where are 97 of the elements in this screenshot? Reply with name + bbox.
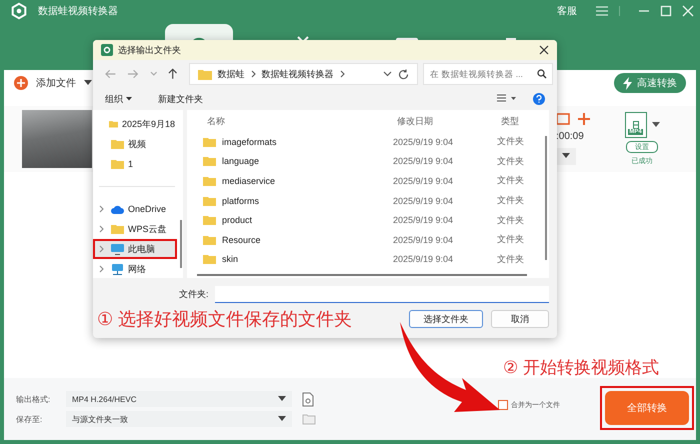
caret-icon: [278, 416, 286, 422]
folder-icon: [111, 139, 124, 149]
folder-icon: [203, 156, 216, 166]
fast-convert-button[interactable]: 高速转换: [614, 73, 686, 93]
film-icon: [632, 121, 638, 129]
file-name[interactable]: product: [197, 215, 393, 226]
dropdown-stub[interactable]: [556, 148, 576, 165]
plus-icon: [14, 76, 28, 90]
modified-date: 2025/9/19 9:04: [393, 254, 454, 264]
nav-item[interactable]: 此电脑: [93, 239, 177, 259]
column-header[interactable]: 类型: [497, 114, 551, 128]
lightning-icon: [623, 76, 632, 90]
nav-item[interactable]: 网络: [93, 259, 177, 279]
cloud-icon: [111, 204, 124, 214]
output-format-select[interactable]: MP4 H.264/HEVC: [66, 391, 292, 407]
folder-icon: [203, 254, 216, 264]
network-icon: [111, 264, 124, 274]
chevron-right-icon[interactable]: [99, 205, 104, 213]
save-to-label: 保存至:: [16, 414, 44, 424]
chevron-down-icon[interactable]: [383, 71, 392, 77]
annotation-text: ② 开始转换视频格式: [503, 357, 659, 379]
modified-date: 2025/9/19 9:04: [393, 156, 454, 166]
file-name[interactable]: skin: [197, 254, 393, 264]
add-file-button[interactable]: 添加文件: [14, 76, 76, 90]
folder-label: 文件夹:: [179, 288, 209, 300]
video-thumbnail: [22, 110, 92, 168]
chevron-right-icon: [250, 70, 256, 78]
modified-date: 2025/9/19 9:04: [393, 136, 454, 147]
file-name[interactable]: Resource: [197, 234, 393, 245]
folder-input[interactable]: [214, 286, 549, 302]
chevron-right-icon: [340, 70, 345, 78]
column-header[interactable]: 修改日期: [397, 114, 497, 128]
file-type: 文件夹: [496, 135, 525, 148]
file-name[interactable]: imageformats: [197, 136, 393, 147]
file-name[interactable]: platforms: [197, 196, 393, 206]
new-folder-button[interactable]: 新建文件夹: [158, 92, 203, 106]
folder-icon: [108, 119, 118, 129]
chevron-right-icon[interactable]: [99, 225, 104, 233]
modified-date: 2025/9/19 9:04: [393, 215, 454, 226]
select-folder-button[interactable]: 选择文件夹: [409, 310, 483, 328]
save-to-select[interactable]: 与源文件夹一致: [66, 411, 292, 427]
chevron-right-icon[interactable]: [99, 245, 104, 253]
chevron-right-icon[interactable]: [99, 265, 104, 273]
search-icon[interactable]: [537, 69, 548, 79]
folder-icon: [111, 224, 124, 234]
app-logo-icon: [101, 44, 113, 56]
app-logo-icon: [10, 2, 28, 20]
search-field[interactable]: 在 数据蛙视频转换器 ...: [423, 63, 554, 85]
file-type: 文件夹: [496, 154, 525, 168]
column-header[interactable]: 名称: [197, 114, 397, 128]
file-type: 文件夹: [496, 174, 525, 188]
caret-icon: [562, 153, 570, 159]
file-type: 文件夹: [496, 252, 525, 266]
organize-menu[interactable]: 组织: [105, 92, 123, 106]
folder-icon: [203, 176, 216, 186]
output-format-label: 输出格式:: [16, 394, 52, 404]
video-duration: :00:09: [556, 131, 584, 142]
folder-icon: [203, 136, 216, 147]
folder-icon: [111, 159, 124, 169]
caret-icon: [278, 396, 286, 402]
caret-icon[interactable]: [126, 97, 132, 101]
menu-icon[interactable]: [595, 5, 609, 17]
file-type: 文件夹: [496, 214, 525, 227]
folder-icon: [203, 215, 216, 226]
support-link[interactable]: 客服: [557, 4, 577, 18]
caret-icon[interactable]: [652, 122, 660, 128]
dialog-title: 选择输出文件夹: [118, 44, 181, 56]
up-arrow-icon[interactable]: [168, 68, 178, 80]
file-settings-icon[interactable]: [302, 392, 314, 406]
file-name[interactable]: mediaservice: [197, 176, 393, 186]
clip-icon[interactable]: [556, 113, 570, 125]
caret-icon[interactable]: [84, 80, 92, 86]
cancel-button[interactable]: 取消: [491, 310, 549, 328]
folder-icon: [203, 234, 216, 245]
nav-item[interactable]: 1: [93, 154, 177, 174]
nav-item[interactable]: 2025年9月18: [93, 114, 177, 134]
modified-date: 2025/9/19 9:04: [393, 196, 454, 206]
file-name[interactable]: language: [197, 156, 393, 166]
app-title: 数据蛙视频转换器: [38, 4, 118, 18]
view-options-icon[interactable]: [497, 94, 517, 104]
monitor-icon: [111, 244, 124, 254]
merge-checkbox[interactable]: [498, 400, 508, 410]
address-bar[interactable]: 数据蛙 数据蛙视频转换器: [188, 63, 418, 85]
modified-date: 2025/9/19 9:04: [393, 176, 454, 186]
nav-item[interactable]: 视频: [93, 134, 177, 154]
maximize-icon[interactable]: [660, 5, 672, 17]
cut-icon[interactable]: [578, 113, 590, 125]
modified-date: 2025/9/19 9:04: [393, 234, 454, 245]
file-type: 文件夹: [496, 233, 525, 246]
close-icon[interactable]: [539, 45, 549, 55]
help-icon[interactable]: [533, 93, 545, 105]
file-type: 文件夹: [496, 194, 525, 208]
nav-item[interactable]: WPS云盘: [93, 219, 177, 239]
folder-icon: [203, 196, 216, 206]
refresh-icon[interactable]: [398, 68, 410, 80]
nav-item[interactable]: OneDrive: [93, 199, 177, 219]
annotation-text: ① 选择好视频文件保存的文件夹: [97, 308, 352, 331]
